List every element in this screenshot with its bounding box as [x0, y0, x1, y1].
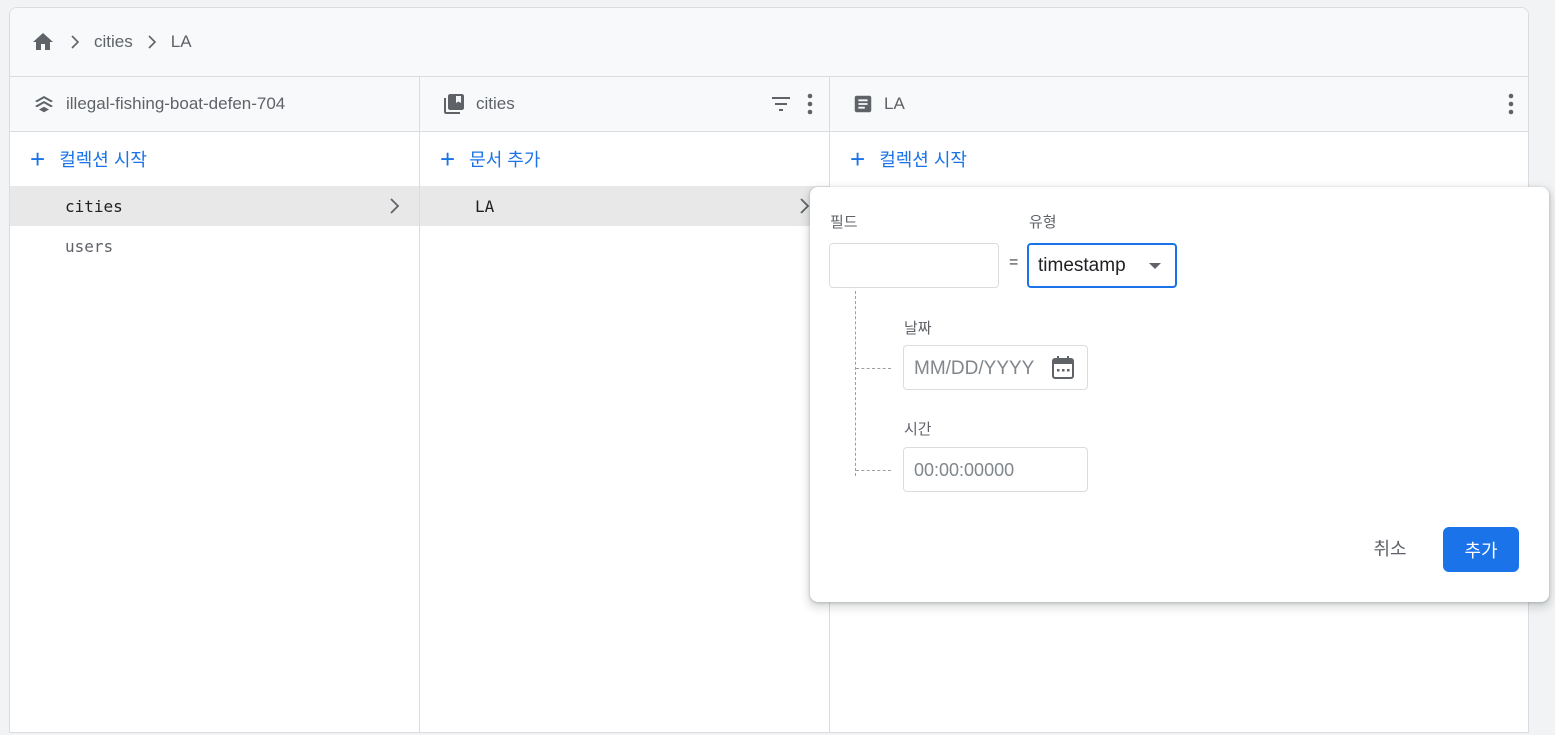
time-placeholder: 00:00:00000 — [914, 460, 1015, 480]
start-subcollection-label: 컬렉션 시작 — [879, 150, 967, 170]
plus-icon: + — [30, 144, 46, 174]
breadcrumb: cities LA — [10, 8, 1528, 77]
equals-sign: = — [1009, 254, 1019, 271]
breadcrumb-item-cities[interactable]: cities — [94, 32, 133, 52]
type-label: 유형 — [1029, 214, 1057, 231]
collection-header-actions — [769, 77, 813, 131]
collection-panel: cities + 문서 추가 LA — [420, 77, 830, 732]
tree-connector-branch — [856, 368, 891, 369]
start-collection-button[interactable]: + 컬렉션 시작 — [10, 132, 419, 186]
calendar-icon[interactable] — [1051, 355, 1075, 381]
chevron-right-icon — [389, 197, 401, 219]
document-header-actions — [1508, 77, 1514, 131]
database-icon — [32, 92, 56, 116]
add-field-dialog: 필드 유형 = timestamp 날짜 MM/DD/YYYY 시간 00:00… — [810, 187, 1549, 602]
start-subcollection-button[interactable]: + 컬렉션 시작 — [830, 132, 1528, 186]
document-title: LA — [884, 94, 905, 113]
date-label: 날짜 — [904, 320, 932, 337]
project-title: illegal-fishing-boat-defen-704 — [66, 94, 286, 113]
add-document-button[interactable]: + 문서 추가 — [420, 132, 829, 186]
document-panel-header: LA — [830, 77, 1528, 132]
cancel-button[interactable]: 취소 — [1358, 528, 1422, 568]
collection-panel-header: cities — [420, 77, 829, 132]
plus-icon: + — [850, 144, 866, 174]
time-label: 시간 — [904, 421, 932, 438]
add-document-label: 문서 추가 — [469, 150, 541, 170]
list-item-la[interactable]: LA — [420, 186, 829, 226]
chevron-right-icon — [70, 35, 80, 49]
root-panel: illegal-fishing-boat-defen-704 + 컬렉션 시작 … — [10, 77, 420, 732]
time-input[interactable]: 00:00:00000 — [903, 447, 1088, 492]
filter-icon[interactable] — [769, 92, 793, 116]
collection-icon — [442, 92, 466, 116]
root-panel-header: illegal-fishing-boat-defen-704 — [10, 77, 419, 132]
date-placeholder: MM/DD/YYYY — [914, 358, 1035, 379]
plus-icon: + — [440, 144, 456, 174]
dropdown-arrow-icon — [1149, 263, 1161, 269]
type-select-value: timestamp — [1038, 254, 1126, 276]
list-item-label: cities — [65, 196, 123, 216]
list-item-users[interactable]: users — [10, 226, 419, 266]
collection-title: cities — [476, 94, 515, 113]
add-button[interactable]: 추가 — [1443, 527, 1519, 572]
type-select[interactable]: timestamp — [1027, 243, 1177, 288]
more-vert-icon[interactable] — [1508, 93, 1514, 115]
start-collection-label: 컬렉션 시작 — [59, 150, 147, 170]
field-label: 필드 — [830, 214, 858, 231]
chevron-right-icon — [147, 35, 157, 49]
date-input[interactable]: MM/DD/YYYY — [903, 345, 1088, 390]
home-icon[interactable] — [30, 30, 56, 54]
list-item-label: users — [65, 236, 114, 256]
tree-connector-branch — [856, 470, 891, 471]
tree-connector — [855, 291, 856, 476]
document-icon — [852, 93, 874, 115]
field-name-input[interactable] — [829, 243, 999, 288]
list-item-cities[interactable]: cities — [10, 186, 419, 226]
list-item-label: LA — [475, 196, 495, 216]
breadcrumb-item-la[interactable]: LA — [171, 32, 192, 52]
more-vert-icon[interactable] — [807, 93, 813, 115]
